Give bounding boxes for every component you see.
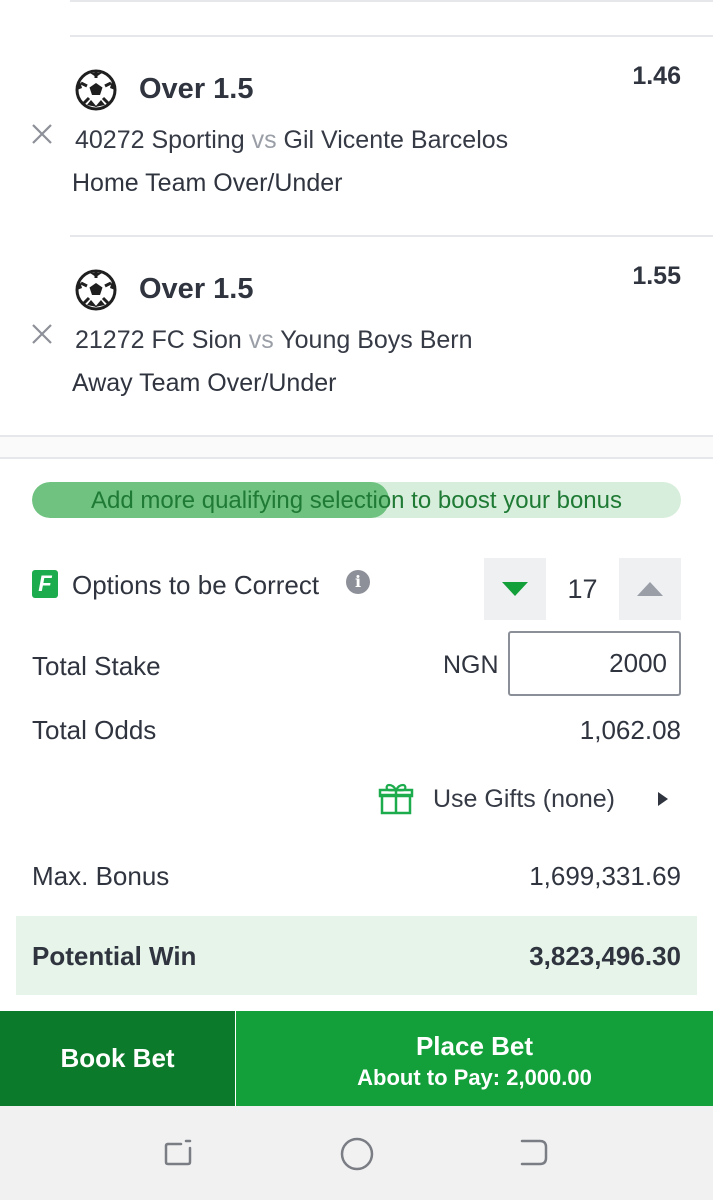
place-bet-button[interactable]: Place Bet About to Pay: 2,000.00 — [236, 1011, 713, 1106]
market-type: Home Team Over/Under — [72, 169, 343, 197]
soccer-ball-icon — [75, 69, 117, 111]
soccer-ball-icon — [75, 269, 117, 311]
away-team: Gil Vicente Barcelos — [283, 126, 509, 154]
potential-win-label: Potential Win — [32, 941, 197, 971]
max-bonus-label: Max. Bonus — [32, 861, 170, 891]
selection-divider — [70, 235, 713, 237]
selection-market: Over 1.5 — [139, 273, 254, 305]
home-team: FC Sion — [151, 326, 242, 354]
selection-odds: 1.46 — [632, 62, 681, 90]
stake-input[interactable] — [508, 631, 681, 696]
bonus-boost-bar: Add more qualifying selection to boost y… — [32, 482, 681, 518]
options-label: Options to be Correct — [72, 570, 320, 600]
back-icon[interactable] — [518, 1136, 550, 1168]
potential-win-row: Potential Win 3,823,496.30 — [16, 916, 697, 995]
currency-label: NGN — [443, 651, 499, 679]
gift-icon — [378, 783, 414, 815]
total-odds-value: 1,062.08 — [579, 715, 681, 745]
home-team: Sporting — [151, 126, 245, 154]
close-icon[interactable] — [28, 120, 56, 148]
vs-label: vs — [248, 326, 274, 354]
about-to-pay-label: About to Pay: 2,000.00 — [357, 1065, 592, 1090]
selection-market: Over 1.5 — [139, 73, 254, 105]
total-odds-label: Total Odds — [32, 715, 157, 745]
place-bet-label: Place Bet — [415, 1031, 534, 1061]
section-divider — [0, 435, 713, 459]
bet-selection: Over 1.5 1.55 21272 FC Sion vs Young Boy… — [0, 235, 713, 435]
event-id: 21272 — [75, 326, 145, 354]
selection-divider — [70, 35, 713, 37]
triangle-down-icon — [502, 582, 528, 596]
use-gifts-label: Use Gifts (none) — [433, 785, 616, 813]
options-value: 17 — [567, 574, 598, 604]
triangle-up-icon — [637, 582, 663, 596]
selection-teams: 40272 Sporting vs Gil Vicente Barcelos — [75, 126, 508, 155]
chevron-right-icon — [658, 792, 668, 806]
system-nav-bar — [0, 1106, 713, 1200]
flexibet-icon: F — [32, 570, 58, 598]
potential-win-value: 3,823,496.30 — [529, 941, 681, 971]
away-team: Young Boys Bern — [280, 326, 473, 354]
selection-teams: 21272 FC Sion vs Young Boys Bern — [75, 326, 473, 355]
selection-odds: 1.55 — [632, 262, 681, 290]
book-bet-button[interactable]: Book Bet — [0, 1011, 235, 1106]
boost-text: Add more qualifying selection to boost y… — [91, 487, 622, 514]
vs-label: vs — [251, 126, 277, 154]
top-divider — [70, 0, 713, 2]
close-icon[interactable] — [28, 320, 56, 348]
increment-button[interactable] — [619, 558, 681, 620]
bet-selection: Over 1.5 1.46 40272 Sporting vs Gil Vice… — [0, 35, 713, 235]
market-type: Away Team Over/Under — [72, 369, 337, 397]
max-bonus-value: 1,699,331.69 — [529, 861, 681, 891]
info-icon[interactable]: i — [346, 570, 370, 594]
recent-apps-icon[interactable] — [162, 1136, 194, 1168]
event-id: 40272 — [75, 126, 145, 154]
home-icon[interactable] — [339, 1136, 375, 1172]
total-stake-label: Total Stake — [32, 651, 161, 681]
decrement-button[interactable] — [484, 558, 546, 620]
